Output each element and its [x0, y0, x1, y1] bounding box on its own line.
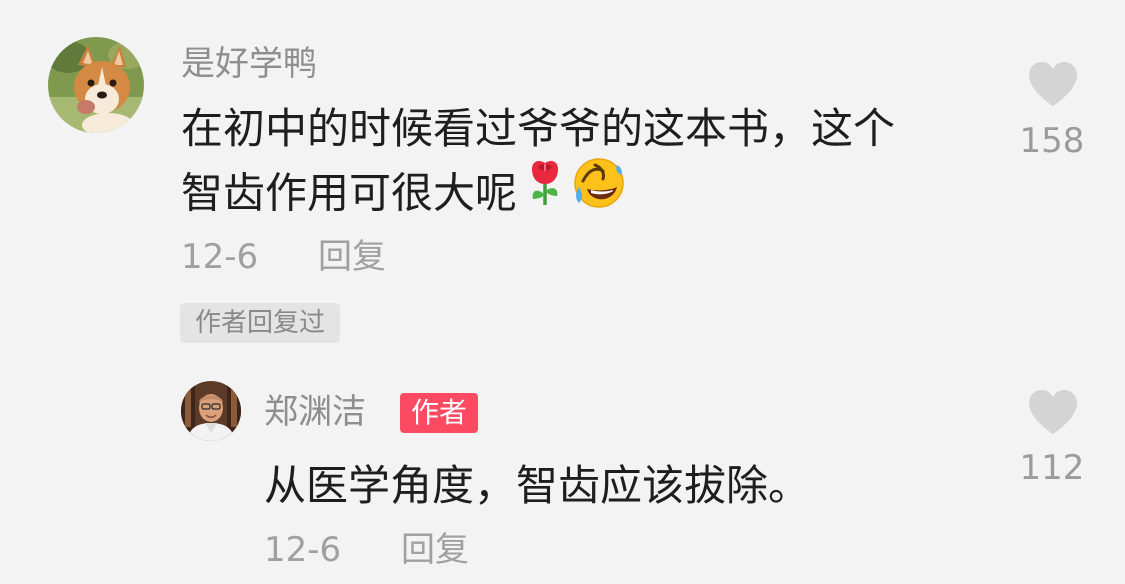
comment-thread: 是好学鸭 在初中的时候看过爷爷的这本书，这个 智齿作用可很大呢 12-6 回复 …	[0, 0, 1125, 584]
author-replied-badge: 作者回复过	[180, 303, 341, 343]
user-avatar[interactable]	[48, 37, 144, 133]
reply-text: 从医学角度，智齿应该拔除。	[264, 461, 811, 510]
author-avatar[interactable]	[181, 381, 241, 441]
like-count: 112	[1019, 448, 1085, 488]
reply-button[interactable]: 回复	[401, 533, 469, 567]
reply-date: 12-6	[264, 530, 342, 570]
comment-text: 在初中的时候看过爷爷的这本书，这个 智齿作用可很大呢	[181, 97, 895, 231]
heart-icon[interactable]	[1027, 388, 1079, 436]
comment-text-line-2: 智齿作用可很大呢	[181, 158, 895, 231]
rose-emoji	[527, 159, 563, 225]
heart-icon[interactable]	[1027, 60, 1079, 108]
reply-button[interactable]: 回复	[318, 240, 386, 274]
comment-text-line-2-text: 智齿作用可很大呢	[181, 168, 518, 218]
username[interactable]: 是好学鸭	[181, 47, 317, 81]
like-count: 158	[1019, 121, 1085, 161]
rolling-on-floor-laughing-emoji	[573, 157, 625, 227]
comment-text-line-1: 在初中的时候看过爷爷的这本书，这个	[181, 104, 896, 153]
comment-date: 12-6	[181, 237, 259, 277]
author-username[interactable]: 郑渊洁	[264, 395, 366, 429]
author-badge: 作者	[400, 393, 479, 433]
